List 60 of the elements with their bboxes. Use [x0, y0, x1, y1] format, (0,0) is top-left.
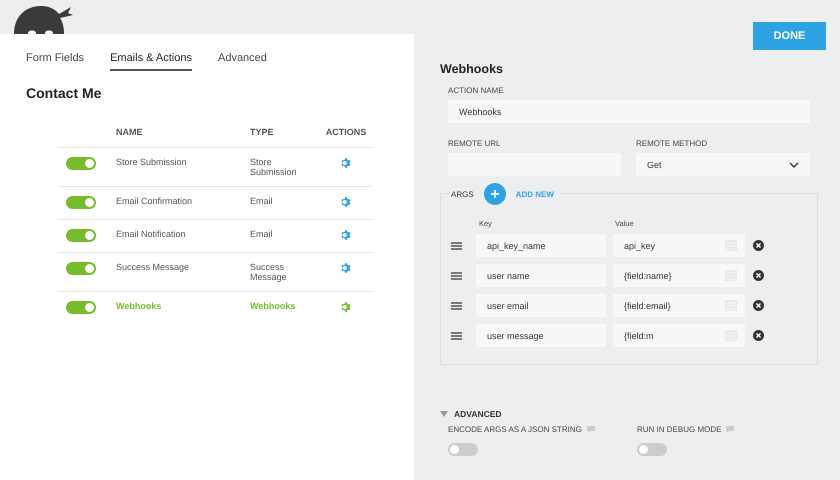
key-field[interactable]: user email: [476, 294, 606, 317]
toggle-switch[interactable]: [66, 196, 96, 209]
value-field[interactable]: {field:m: [613, 324, 745, 347]
add-button[interactable]: [484, 183, 506, 205]
field-label: ACTION NAME: [448, 86, 505, 95]
action-type: Email: [250, 220, 320, 252]
gear-icon[interactable]: [340, 301, 352, 313]
action-type: Email: [250, 186, 320, 220]
remove-icon[interactable]: [753, 330, 764, 341]
drag-handle-icon[interactable]: [451, 302, 462, 310]
column-header: NAME: [116, 127, 250, 148]
toggle-switch[interactable]: [66, 157, 96, 170]
gear-icon[interactable]: [340, 157, 352, 169]
drag-handle-icon[interactable]: [451, 272, 462, 280]
action-name[interactable]: Store Submission: [116, 148, 250, 186]
option-label: RUN IN DEBUG MODE: [637, 425, 722, 434]
toggle-switch[interactable]: [66, 301, 96, 314]
toggle-switch[interactable]: [637, 443, 667, 456]
tab[interactable]: Advanced: [218, 52, 267, 71]
input-field[interactable]: Webhooks: [448, 100, 810, 123]
drag-handle-icon[interactable]: [451, 332, 462, 340]
gear-icon[interactable]: [340, 262, 352, 274]
chevron-down-icon[interactable]: [789, 162, 799, 168]
action-type: Webhooks: [250, 292, 320, 324]
action-name[interactable]: Email Notification: [116, 220, 250, 252]
action-type: Success Message: [250, 252, 320, 292]
toggle-switch[interactable]: [66, 229, 96, 242]
tab[interactable]: Form Fields: [26, 52, 84, 71]
action-name[interactable]: Success Message: [116, 252, 250, 292]
drag-handle-icon[interactable]: [451, 242, 462, 250]
gear-icon[interactable]: [340, 229, 352, 241]
field-label: REMOTE URL: [448, 139, 502, 148]
column-header: TYPE: [250, 127, 320, 148]
column-header: ACTIONS: [320, 127, 372, 148]
key-field[interactable]: user message: [476, 324, 606, 347]
section-title[interactable]: ADVANCED: [454, 409, 502, 419]
comment-icon: [586, 426, 595, 433]
action-name[interactable]: Email Confirmation: [116, 186, 250, 220]
remove-icon[interactable]: [753, 270, 764, 281]
value-field[interactable]: {field:email}: [613, 294, 745, 317]
value-field[interactable]: {field:name}: [613, 264, 745, 287]
field-label: REMOTE METHOD: [636, 139, 708, 148]
remove-icon[interactable]: [753, 240, 764, 251]
key-field[interactable]: user name: [476, 264, 606, 287]
key-field[interactable]: api_key_name: [476, 234, 606, 257]
select-field[interactable]: Get: [636, 153, 810, 176]
tab[interactable]: Emails & Actions: [110, 52, 192, 71]
comment-icon: [726, 426, 734, 433]
form-title: Contact Me: [26, 85, 102, 101]
args-legend: ARGS: [451, 190, 474, 198]
panel-title: Webhooks: [440, 62, 504, 76]
caret-icon[interactable]: [440, 411, 448, 417]
value-field[interactable]: api_key: [613, 234, 745, 257]
toggle-switch[interactable]: [66, 262, 96, 275]
option-label: ENCODE ARGS AS A JSON STRING: [448, 425, 582, 434]
action-type: Store Submission: [250, 148, 320, 186]
remove-icon[interactable]: [753, 300, 764, 311]
toggle-switch[interactable]: [448, 443, 478, 456]
plus-icon: [490, 189, 500, 199]
gear-icon[interactable]: [340, 196, 352, 208]
